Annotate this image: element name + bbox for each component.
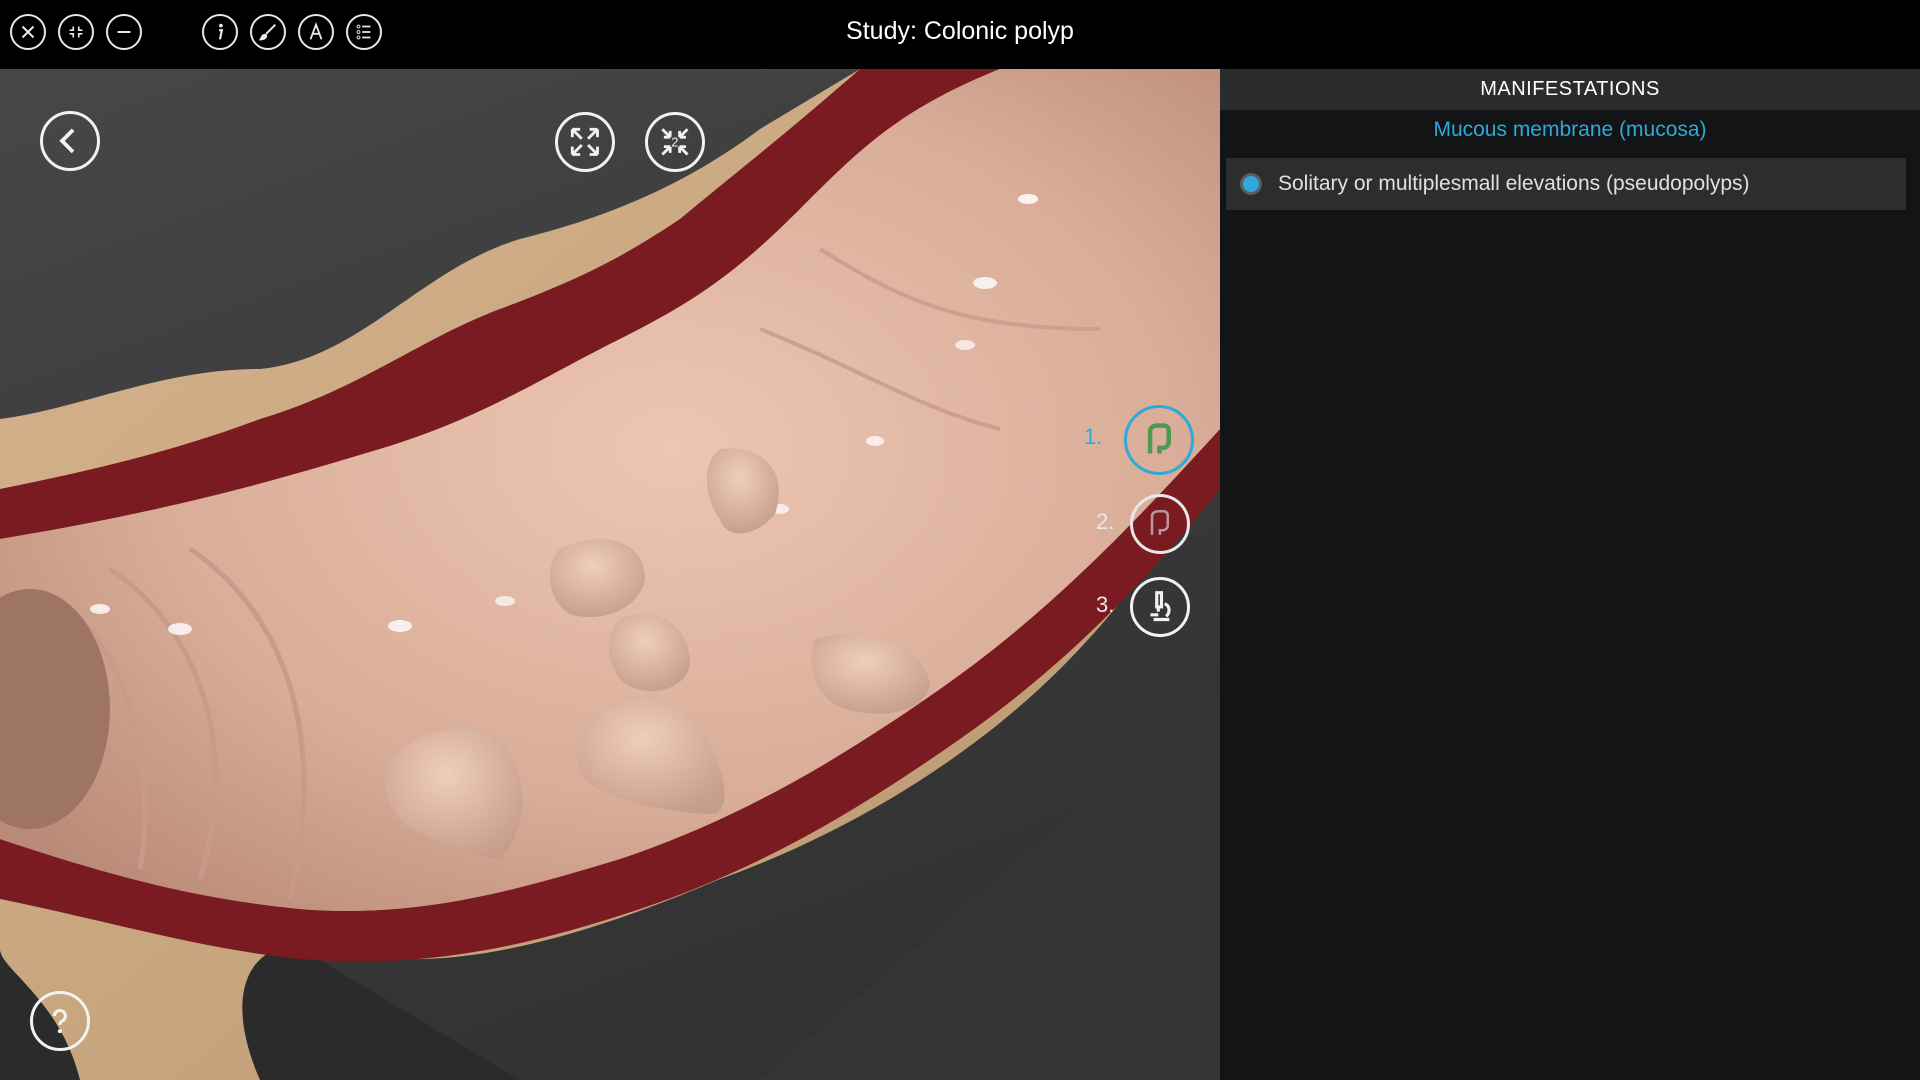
list-icon[interactable] <box>346 14 382 50</box>
radio-selected-icon[interactable] <box>1243 176 1259 192</box>
step-2-colon-outline-icon[interactable] <box>1130 494 1190 554</box>
panel-header: MANIFESTATIONS <box>1220 69 1920 110</box>
paint-brush-icon[interactable] <box>250 14 286 50</box>
back-icon[interactable] <box>40 111 100 171</box>
window-title: Study: Colonic polyp <box>846 17 1074 45</box>
close-icon[interactable] <box>10 14 46 50</box>
help-icon[interactable] <box>30 991 90 1051</box>
step-2-label: 2. <box>1096 509 1115 534</box>
step-3-label: 3. <box>1096 592 1115 617</box>
minimize-icon[interactable] <box>106 14 142 50</box>
info-icon[interactable] <box>202 14 238 50</box>
panel-subtitle[interactable]: Mucous membrane (mucosa) <box>1220 118 1920 150</box>
step-1-label: 1. <box>1084 424 1103 449</box>
step-3-microscope-icon[interactable] <box>1130 577 1190 637</box>
manifestation-item-label: Solitary or multiplesmall elevations (ps… <box>1278 172 1750 195</box>
3d-viewport[interactable]: 2 1. 2. 3. <box>0 69 1220 1080</box>
step-1-colon-icon[interactable] <box>1124 405 1194 475</box>
fullscreen-icon[interactable] <box>555 112 615 172</box>
label-a-icon[interactable] <box>298 14 334 50</box>
top-bar: Study: Colonic polyp <box>0 0 1920 69</box>
colon-3d-model[interactable] <box>0 69 1220 1080</box>
manifestation-item[interactable]: Solitary or multiplesmall elevations (ps… <box>1226 158 1906 210</box>
collapse-icon[interactable] <box>58 14 94 50</box>
split-view-badge: 2 <box>671 136 678 150</box>
split-view-icon[interactable]: 2 <box>645 112 705 172</box>
manifestations-panel: MANIFESTATIONS Mucous membrane (mucosa) … <box>1220 69 1920 1080</box>
